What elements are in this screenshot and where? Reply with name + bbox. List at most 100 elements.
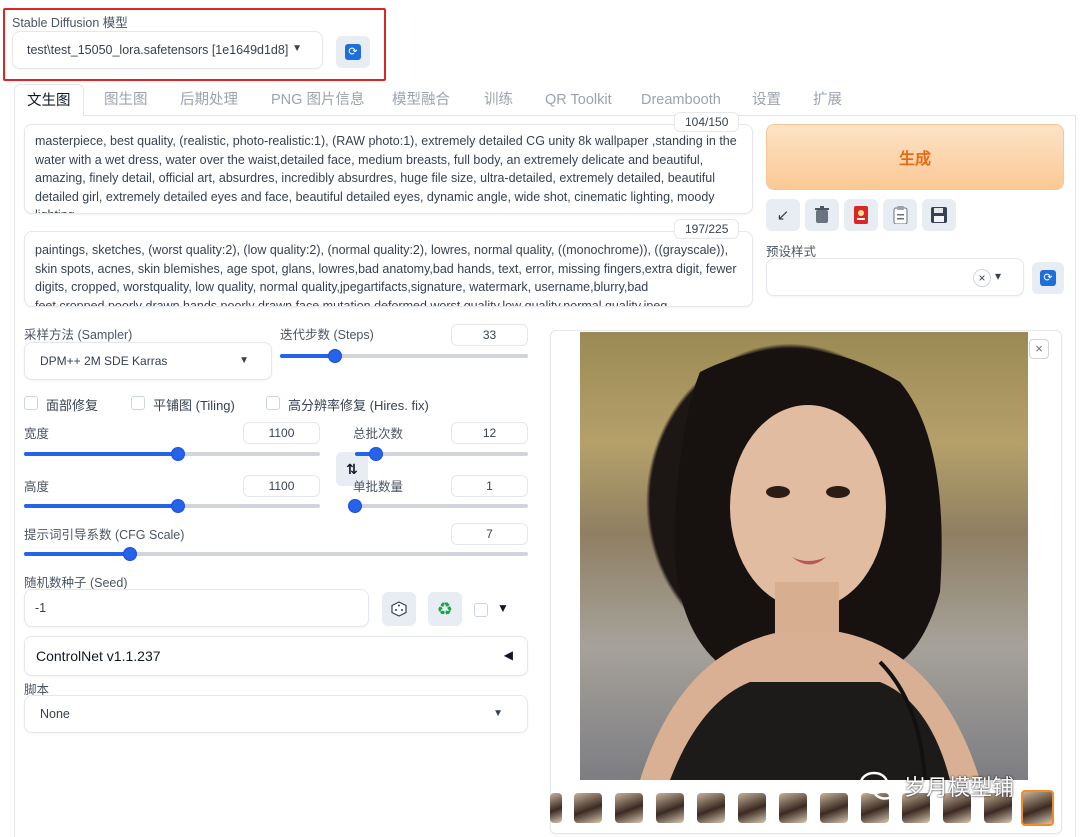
chevron-down-icon: ▼ [493, 708, 503, 719]
width-slider-fill [24, 452, 178, 456]
dice-icon [391, 601, 407, 617]
recycle-icon: ♻ [436, 598, 454, 619]
height-input[interactable]: 1100 [243, 475, 320, 497]
swap-icon: ⇅ [346, 460, 358, 477]
save-style-button[interactable] [922, 199, 956, 231]
close-icon: × [1035, 341, 1043, 356]
model-select[interactable]: test\test_15050_lora.safetensors [1e1649… [12, 31, 323, 69]
negative-prompt-textarea[interactable]: paintings, sketches, (worst quality:2), … [24, 231, 753, 307]
tab-extras[interactable]: 后期处理 [180, 84, 238, 116]
sampler-label: 采样方法 (Sampler) [24, 328, 133, 342]
chevron-down-icon: ▾ [995, 269, 1002, 283]
tab-qr-toolkit[interactable]: QR Toolkit [545, 84, 612, 116]
batch-size-input[interactable]: 1 [451, 475, 528, 497]
trash-icon [815, 206, 829, 223]
steps-input[interactable]: 33 [451, 324, 528, 346]
hires-fix-label: 高分辨率修复 (Hires. fix) [288, 398, 429, 413]
batch-count-input[interactable]: 12 [451, 422, 528, 444]
model-label: Stable Diffusion 模型 [12, 16, 128, 30]
styles-select[interactable]: × ▾ [766, 258, 1024, 296]
collapse-arrow-icon: ◀ [503, 648, 513, 662]
tab-settings[interactable]: 设置 [752, 84, 781, 116]
batch-size-slider-thumb[interactable] [348, 499, 362, 513]
generate-button[interactable]: 生成 [766, 124, 1064, 190]
portrait-figure [640, 349, 980, 780]
seed-input[interactable]: -1 [24, 589, 369, 627]
read-params-button[interactable]: ↙ [766, 199, 800, 231]
clear-prompt-button[interactable] [805, 199, 839, 231]
gallery-thumbnail[interactable] [820, 793, 848, 823]
tab-extensions[interactable]: 扩展 [813, 84, 842, 116]
wechat-icon [860, 771, 898, 800]
gallery-thumbnail[interactable] [615, 793, 643, 823]
extra-seed-checkbox[interactable] [474, 603, 488, 617]
seed-value: -1 [35, 601, 47, 615]
apply-style-button[interactable] [883, 199, 917, 231]
clipboard-icon [893, 206, 907, 224]
gallery-thumbnail[interactable] [550, 793, 562, 823]
prompt-text: masterpiece, best quality, (realistic, p… [35, 134, 737, 213]
controlnet-accordion[interactable]: ControlNet v1.1.237 ◀ [24, 636, 528, 676]
tiling-label: 平铺图 (Tiling) [153, 398, 235, 413]
width-input[interactable]: 1100 [243, 422, 320, 444]
steps-slider-fill [280, 354, 335, 358]
refresh-icon: ⟳ [345, 44, 361, 60]
watermark: 岁月模型铺 [860, 770, 1014, 802]
batch-count-label: 总批次数 [353, 427, 404, 441]
generate-label: 生成 [898, 151, 931, 168]
refresh-icon: ⟳ [1040, 270, 1056, 286]
height-slider-thumb[interactable] [171, 499, 185, 513]
tab-png-info[interactable]: PNG 图片信息 [271, 84, 364, 116]
width-label: 宽度 [24, 427, 50, 441]
prompt-token-counter: 104/150 [674, 112, 740, 132]
tab-txt2img[interactable]: 文生图 [14, 84, 84, 116]
prompt-textarea[interactable]: masterpiece, best quality, (realistic, p… [24, 124, 753, 214]
close-preview-button[interactable]: × [1029, 339, 1049, 359]
batch-size-label: 单批数量 [353, 480, 404, 494]
steps-slider-thumb[interactable] [328, 349, 342, 363]
gallery-thumbnail[interactable] [574, 793, 602, 823]
arrow-icon: ↙ [776, 207, 790, 224]
styles-refresh-button[interactable]: ⟳ [1032, 262, 1064, 294]
negative-prompt-token-counter: 197/225 [674, 219, 740, 239]
cfg-label: 提示词引导系数 (CFG Scale) [24, 528, 185, 542]
hires-fix-checkbox[interactable] [266, 396, 280, 410]
tab-train[interactable]: 训练 [484, 84, 513, 116]
save-icon [931, 207, 947, 223]
red-card-icon [854, 206, 868, 224]
chevron-down-icon: ▼ [239, 355, 249, 366]
extra-seed-toggle-icon[interactable]: ▼ [497, 601, 509, 615]
sampler-select[interactable]: DPM++ 2M SDE Karras ▼ [24, 342, 272, 380]
sampler-value: DPM++ 2M SDE Karras [40, 354, 168, 368]
gallery-thumbnail[interactable] [697, 793, 725, 823]
face-restore-checkbox[interactable] [24, 396, 38, 410]
script-value: None [40, 707, 70, 721]
gallery-thumbnail[interactable] [779, 793, 807, 823]
chevron-down-icon: ▼ [292, 43, 302, 54]
close-icon[interactable]: × [973, 269, 991, 287]
gallery-thumbnail[interactable] [656, 793, 684, 823]
tiling-checkbox[interactable] [131, 396, 145, 410]
batch-count-slider-thumb[interactable] [369, 447, 383, 461]
controlnet-label: ControlNet v1.1.237 [36, 648, 161, 664]
height-slider-fill [24, 504, 178, 508]
random-seed-button[interactable] [382, 592, 416, 626]
output-image[interactable] [580, 332, 1028, 780]
face-restore-label: 面部修复 [46, 398, 99, 413]
cfg-slider-fill [24, 552, 130, 556]
reuse-seed-button[interactable]: ♻ [428, 592, 462, 626]
model-refresh-button[interactable]: ⟳ [336, 36, 370, 68]
watermark-text: 岁月模型铺 [904, 775, 1015, 800]
gallery-thumbnail-selected[interactable] [1021, 790, 1054, 826]
cfg-input[interactable]: 7 [451, 523, 528, 545]
script-select[interactable]: None ▼ [24, 695, 528, 733]
extra-networks-button[interactable] [844, 199, 878, 231]
cfg-slider-thumb[interactable] [123, 547, 137, 561]
batch-size-slider-track[interactable] [355, 504, 528, 508]
width-slider-thumb[interactable] [171, 447, 185, 461]
model-select-value: test\test_15050_lora.safetensors [1e1649… [27, 43, 289, 57]
negative-prompt-text: paintings, sketches, (worst quality:2), … [35, 243, 737, 307]
tab-merge[interactable]: 模型融合 [392, 84, 450, 116]
tab-img2img[interactable]: 图生图 [104, 84, 148, 116]
gallery-thumbnail[interactable] [738, 793, 766, 823]
